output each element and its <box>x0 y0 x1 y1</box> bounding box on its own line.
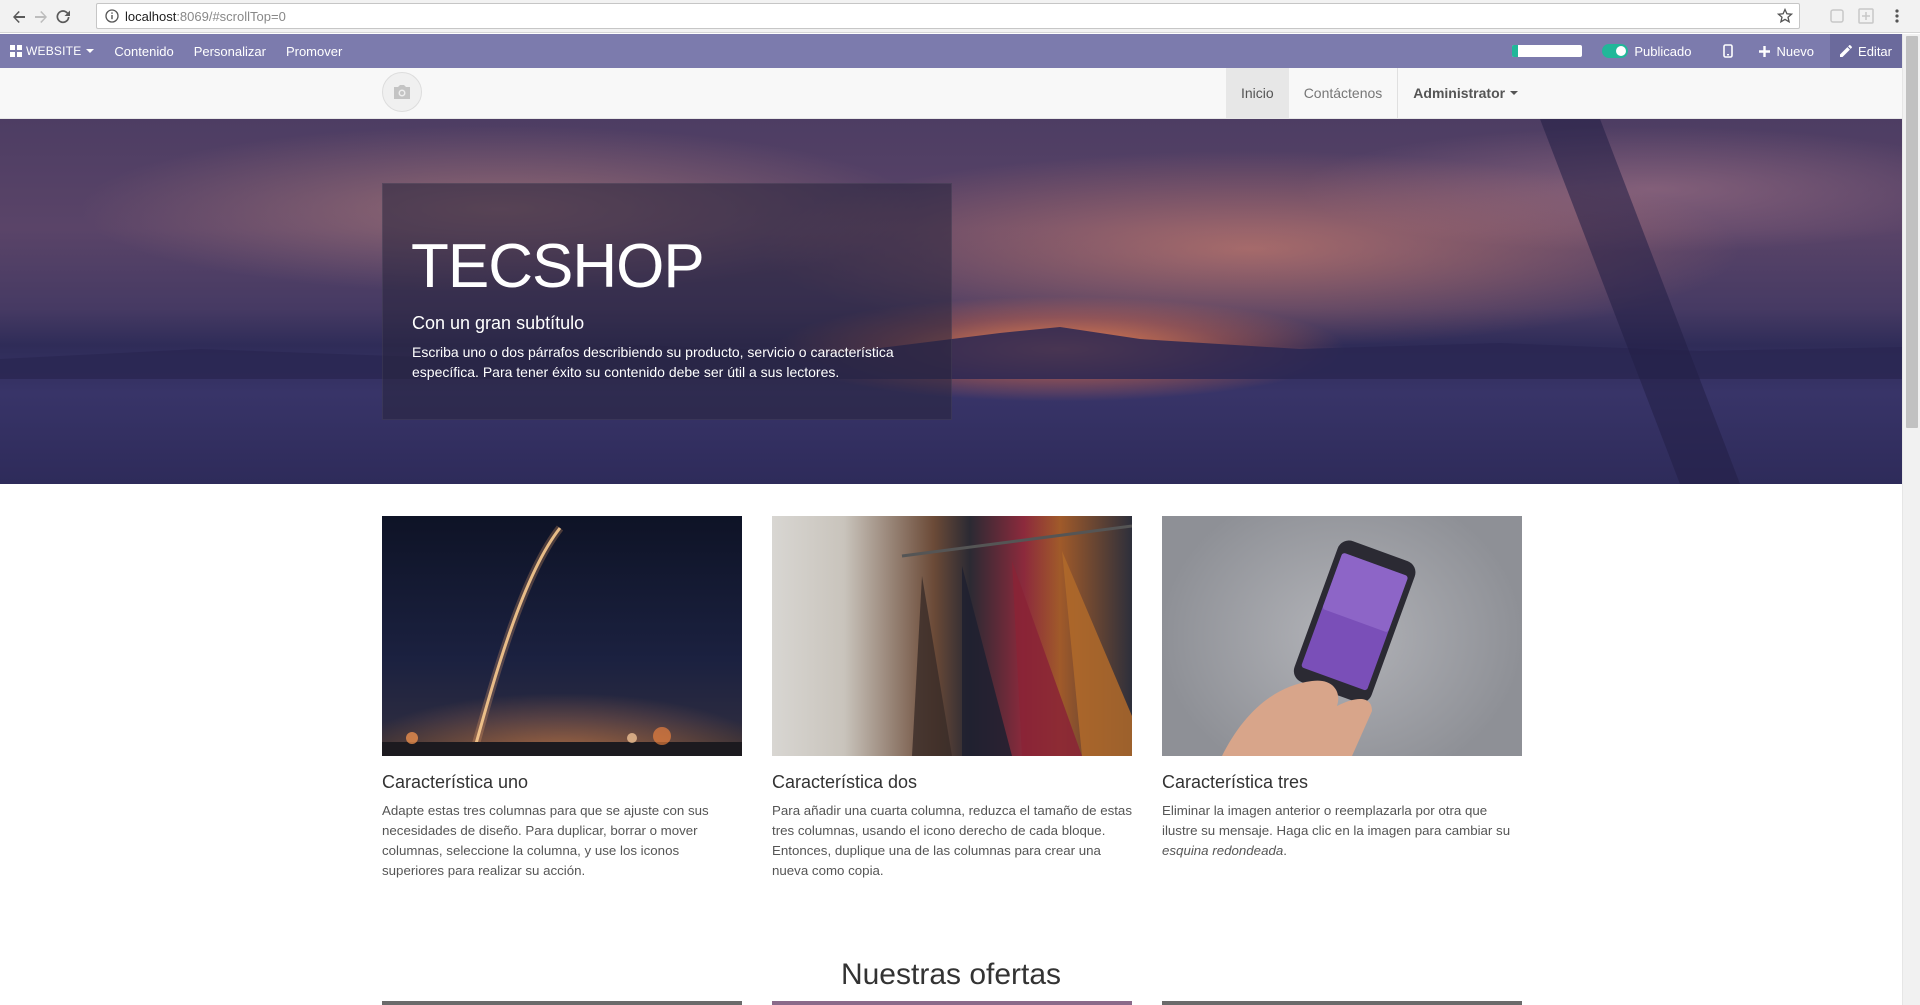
extension-icon[interactable] <box>1857 7 1875 25</box>
browser-toolbar: localhost:8069/#scrollTop=0 <box>0 0 1920 33</box>
edit-label: Editar <box>1858 43 1892 59</box>
feature-column: Característica tres Eliminar la imagen a… <box>1162 516 1522 861</box>
offer-card-top <box>1162 1001 1522 1005</box>
site-header: Inicio Contáctenos Administrator <box>0 68 1902 119</box>
feature-text: Para añadir una cuarta columna, reduzca … <box>772 803 1132 878</box>
progress-fill <box>1512 45 1518 57</box>
feature-text: Eliminar la imagen anterior o reemplazar… <box>1162 801 1522 861</box>
page-scrollbar[interactable] <box>1902 34 1920 1005</box>
hero-background-beam <box>1540 119 1740 484</box>
arrow-left-icon <box>13 11 25 23</box>
address-bar[interactable]: localhost:8069/#scrollTop=0 <box>96 3 1800 29</box>
feature-text-start: Eliminar la imagen anterior o reemplazar… <box>1162 803 1511 838</box>
offer-card-top <box>382 1001 742 1005</box>
website-label: WEBSITE <box>26 44 82 58</box>
feature-title: Característica uno <box>382 772 529 792</box>
edit-button[interactable]: Editar <box>1830 34 1902 68</box>
menu-personalizar[interactable]: Personalizar <box>184 34 276 68</box>
feature-image-clothes[interactable] <box>772 516 1132 756</box>
info-icon[interactable] <box>105 9 119 23</box>
publish-toggle[interactable]: Publicado <box>1602 34 1705 68</box>
scrollbar-thumb[interactable] <box>1906 36 1918 428</box>
feature-column: Característica uno Adapte estas tres col… <box>382 516 742 881</box>
website-menu-button[interactable]: WEBSITE <box>0 34 104 68</box>
pencil-icon <box>1840 45 1853 57</box>
feature-column: Característica dos Para añadir una cuart… <box>772 516 1132 881</box>
forward-button[interactable] <box>30 6 52 28</box>
arrow-right-icon <box>35 11 47 23</box>
chevron-down-icon <box>86 49 95 53</box>
grid-icon <box>10 45 22 57</box>
menu-contenido[interactable]: Contenido <box>104 34 183 68</box>
chevron-down-icon <box>1510 91 1519 95</box>
toggle-switch[interactable] <box>1602 44 1629 58</box>
nav-inicio[interactable]: Inicio <box>1226 68 1289 118</box>
hero-paragraph: Escriba uno o dos párrafos describiendo … <box>412 344 894 380</box>
feature-text-emphasis: esquina redondeada <box>1162 843 1284 858</box>
menu-promover[interactable]: Promover <box>276 34 352 68</box>
browser-menu-icon[interactable] <box>1888 7 1906 25</box>
hero-subtitle: Con un gran subtítulo <box>412 313 585 333</box>
new-label: Nuevo <box>1776 43 1815 59</box>
plus-icon <box>1759 45 1771 57</box>
user-menu[interactable]: Administrator <box>1398 68 1533 118</box>
rocket-launch-illustration <box>382 525 742 756</box>
publish-progress-bar <box>1512 45 1583 57</box>
site-logo[interactable] <box>382 72 422 112</box>
camera-icon <box>394 85 410 99</box>
hero-text-box: TECSHOP Con un gran subtítulo Escriba un… <box>382 183 952 420</box>
mobile-icon <box>1723 44 1734 58</box>
url-host: localhost <box>125 8 177 24</box>
published-label: Publicado <box>1634 43 1692 59</box>
feature-title: Característica dos <box>772 772 918 792</box>
mobile-preview-button[interactable] <box>1705 34 1751 68</box>
site-menu: Inicio Contáctenos Administrator <box>1226 68 1533 118</box>
offers-title: Nuestras ofertas <box>840 958 1062 991</box>
reload-button[interactable] <box>52 6 74 28</box>
extension-icon[interactable] <box>1828 7 1846 25</box>
phone-in-hand-illustration <box>1222 540 1416 756</box>
feature-text: Adapte estas tres columnas para que se a… <box>382 803 709 878</box>
back-button[interactable] <box>8 6 30 28</box>
hero-title: TECSHOP <box>411 232 705 301</box>
url-path: :8069/#scrollTop=0 <box>176 8 286 24</box>
reload-icon <box>56 10 70 24</box>
user-name: Administrator <box>1413 85 1506 101</box>
features-section: Característica uno Adapte estas tres col… <box>382 516 1522 896</box>
new-button[interactable]: Nuevo <box>1751 34 1830 68</box>
feature-title: Característica tres <box>1162 772 1309 792</box>
nav-contactenos[interactable]: Contáctenos <box>1289 68 1398 118</box>
feature-image-phone[interactable] <box>1162 516 1522 756</box>
star-icon[interactable] <box>1776 7 1794 27</box>
feature-text-end: . <box>1283 843 1287 858</box>
clothes-rack-illustration <box>901 524 1132 756</box>
admin-bar: WEBSITE Contenido Personalizar Promover … <box>0 34 1902 68</box>
feature-image-rocket[interactable] <box>382 516 742 756</box>
hero-banner: TECSHOP Con un gran subtítulo Escriba un… <box>0 119 1902 484</box>
offer-card-top <box>772 1001 1132 1005</box>
